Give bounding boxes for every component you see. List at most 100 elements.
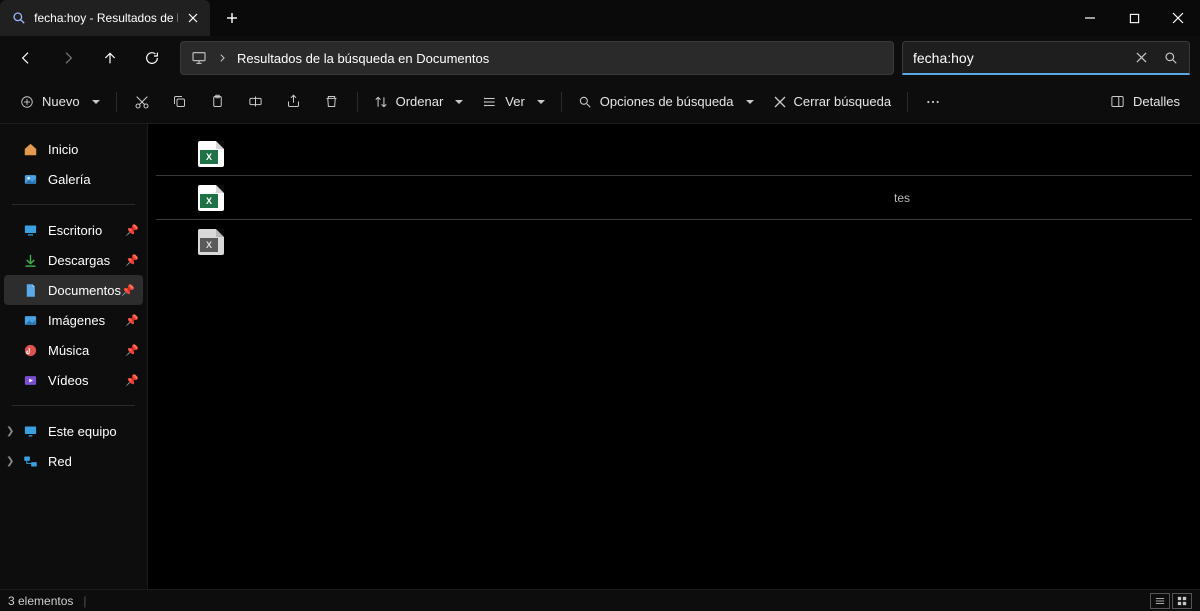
pictures-icon bbox=[22, 312, 38, 328]
sort-button[interactable]: Ordenar bbox=[364, 85, 474, 119]
sidebar: Inicio Galería Escritorio 📌 Descargas 📌 bbox=[0, 124, 148, 589]
sidebar-item-label: Galería bbox=[48, 172, 91, 187]
pc-icon bbox=[22, 423, 38, 439]
trash-icon bbox=[324, 94, 339, 109]
clear-search-button[interactable] bbox=[1129, 46, 1153, 70]
sidebar-item-label: Documentos bbox=[48, 283, 121, 298]
paste-icon bbox=[210, 94, 225, 109]
sidebar-item-thispc[interactable]: ❯ Este equipo bbox=[0, 416, 147, 446]
file-row[interactable]: X bbox=[156, 220, 1192, 264]
chevron-right-icon: ❯ bbox=[6, 456, 14, 467]
pin-icon: 📌 bbox=[125, 344, 139, 357]
file-meta: tes bbox=[894, 191, 910, 205]
toolbar: Nuevo Ordenar Ver bbox=[0, 80, 1200, 124]
gallery-icon bbox=[22, 171, 38, 187]
addressbar[interactable]: Resultados de la búsqueda en Documentos bbox=[180, 41, 894, 75]
separator bbox=[907, 92, 908, 112]
sidebar-item-gallery[interactable]: Galería bbox=[0, 164, 147, 194]
file-row[interactable]: X bbox=[156, 132, 1192, 176]
sidebar-item-label: Este equipo bbox=[48, 424, 117, 439]
search-options-icon bbox=[578, 95, 592, 109]
pin-icon: 📌 bbox=[125, 374, 139, 387]
excel-file-locked-icon: X bbox=[198, 229, 224, 255]
pin-icon: 📌 bbox=[121, 284, 135, 297]
new-button[interactable]: Nuevo bbox=[10, 85, 110, 119]
sidebar-item-label: Imágenes bbox=[48, 313, 105, 328]
sidebar-item-desktop[interactable]: Escritorio 📌 bbox=[0, 215, 147, 245]
home-icon bbox=[22, 141, 38, 157]
close-search-button[interactable]: Cerrar búsqueda bbox=[764, 85, 902, 119]
view-label: Ver bbox=[505, 94, 525, 109]
search-submit-button[interactable] bbox=[1159, 46, 1183, 70]
sidebar-item-documents[interactable]: Documentos 📌 bbox=[4, 275, 143, 305]
details-pane-button[interactable]: Detalles bbox=[1100, 85, 1190, 119]
back-button[interactable] bbox=[6, 41, 46, 75]
paste-button[interactable] bbox=[199, 85, 237, 119]
maximize-button[interactable] bbox=[1112, 0, 1156, 36]
details-pane-icon bbox=[1110, 94, 1125, 109]
copy-button[interactable] bbox=[161, 85, 199, 119]
excel-file-icon: X bbox=[198, 185, 224, 211]
tab-strip: fecha:hoy - Resultados de la b bbox=[0, 0, 248, 36]
sort-icon bbox=[374, 95, 388, 109]
search-options-button[interactable]: Opciones de búsqueda bbox=[568, 85, 764, 119]
plus-circle-icon bbox=[20, 95, 34, 109]
view-mode-details-button[interactable] bbox=[1150, 593, 1170, 609]
rename-button[interactable] bbox=[237, 85, 275, 119]
delete-button[interactable] bbox=[313, 85, 351, 119]
search-input[interactable] bbox=[913, 50, 1123, 66]
sidebar-item-label: Vídeos bbox=[48, 373, 88, 388]
sidebar-item-label: Escritorio bbox=[48, 223, 102, 238]
window-controls bbox=[1068, 0, 1200, 36]
close-window-button[interactable] bbox=[1156, 0, 1200, 36]
share-button[interactable] bbox=[275, 85, 313, 119]
sidebar-item-label: Red bbox=[48, 454, 72, 469]
sidebar-item-music[interactable]: Música 📌 bbox=[0, 335, 147, 365]
sidebar-item-downloads[interactable]: Descargas 📌 bbox=[0, 245, 147, 275]
item-count: 3 elementos bbox=[8, 594, 73, 608]
sidebar-item-network[interactable]: ❯ Red bbox=[0, 446, 147, 476]
view-icon bbox=[483, 95, 497, 109]
music-icon bbox=[22, 342, 38, 358]
separator bbox=[561, 92, 562, 112]
documents-icon bbox=[22, 282, 38, 298]
share-icon bbox=[286, 94, 301, 109]
chevron-right-icon bbox=[217, 53, 227, 63]
videos-icon bbox=[22, 372, 38, 388]
minimize-button[interactable] bbox=[1068, 0, 1112, 36]
separator bbox=[357, 92, 358, 112]
details-label: Detalles bbox=[1133, 94, 1180, 109]
sidebar-item-home[interactable]: Inicio bbox=[0, 134, 147, 164]
tab-close-button[interactable] bbox=[186, 10, 200, 26]
chevron-right-icon: ❯ bbox=[6, 426, 14, 437]
new-label: Nuevo bbox=[42, 94, 80, 109]
cut-button[interactable] bbox=[123, 85, 161, 119]
tab-title: fecha:hoy - Resultados de la b bbox=[34, 11, 178, 25]
pin-icon: 📌 bbox=[125, 314, 139, 327]
network-icon bbox=[22, 453, 38, 469]
view-mode-icons-button[interactable] bbox=[1172, 593, 1192, 609]
up-button[interactable] bbox=[90, 41, 130, 75]
file-row[interactable]: X tes bbox=[156, 176, 1192, 220]
new-tab-button[interactable] bbox=[216, 2, 248, 34]
separator bbox=[12, 405, 135, 406]
tab-active[interactable]: fecha:hoy - Resultados de la b bbox=[0, 0, 210, 36]
sidebar-item-videos[interactable]: Vídeos 📌 bbox=[0, 365, 147, 395]
separator bbox=[12, 204, 135, 205]
rename-icon bbox=[248, 94, 263, 109]
content-area: X X tes X bbox=[148, 124, 1200, 589]
forward-button[interactable] bbox=[48, 41, 88, 75]
titlebar: fecha:hoy - Resultados de la b bbox=[0, 0, 1200, 36]
view-button[interactable]: Ver bbox=[473, 85, 555, 119]
refresh-button[interactable] bbox=[132, 41, 172, 75]
monitor-icon bbox=[191, 50, 207, 66]
copy-icon bbox=[172, 94, 187, 109]
separator bbox=[116, 92, 117, 112]
sidebar-item-label: Inicio bbox=[48, 142, 78, 157]
sidebar-item-label: Descargas bbox=[48, 253, 110, 268]
more-button[interactable] bbox=[914, 85, 952, 119]
search-box[interactable] bbox=[902, 41, 1190, 75]
downloads-icon bbox=[22, 252, 38, 268]
sidebar-item-pictures[interactable]: Imágenes 📌 bbox=[0, 305, 147, 335]
close-icon bbox=[774, 96, 786, 108]
